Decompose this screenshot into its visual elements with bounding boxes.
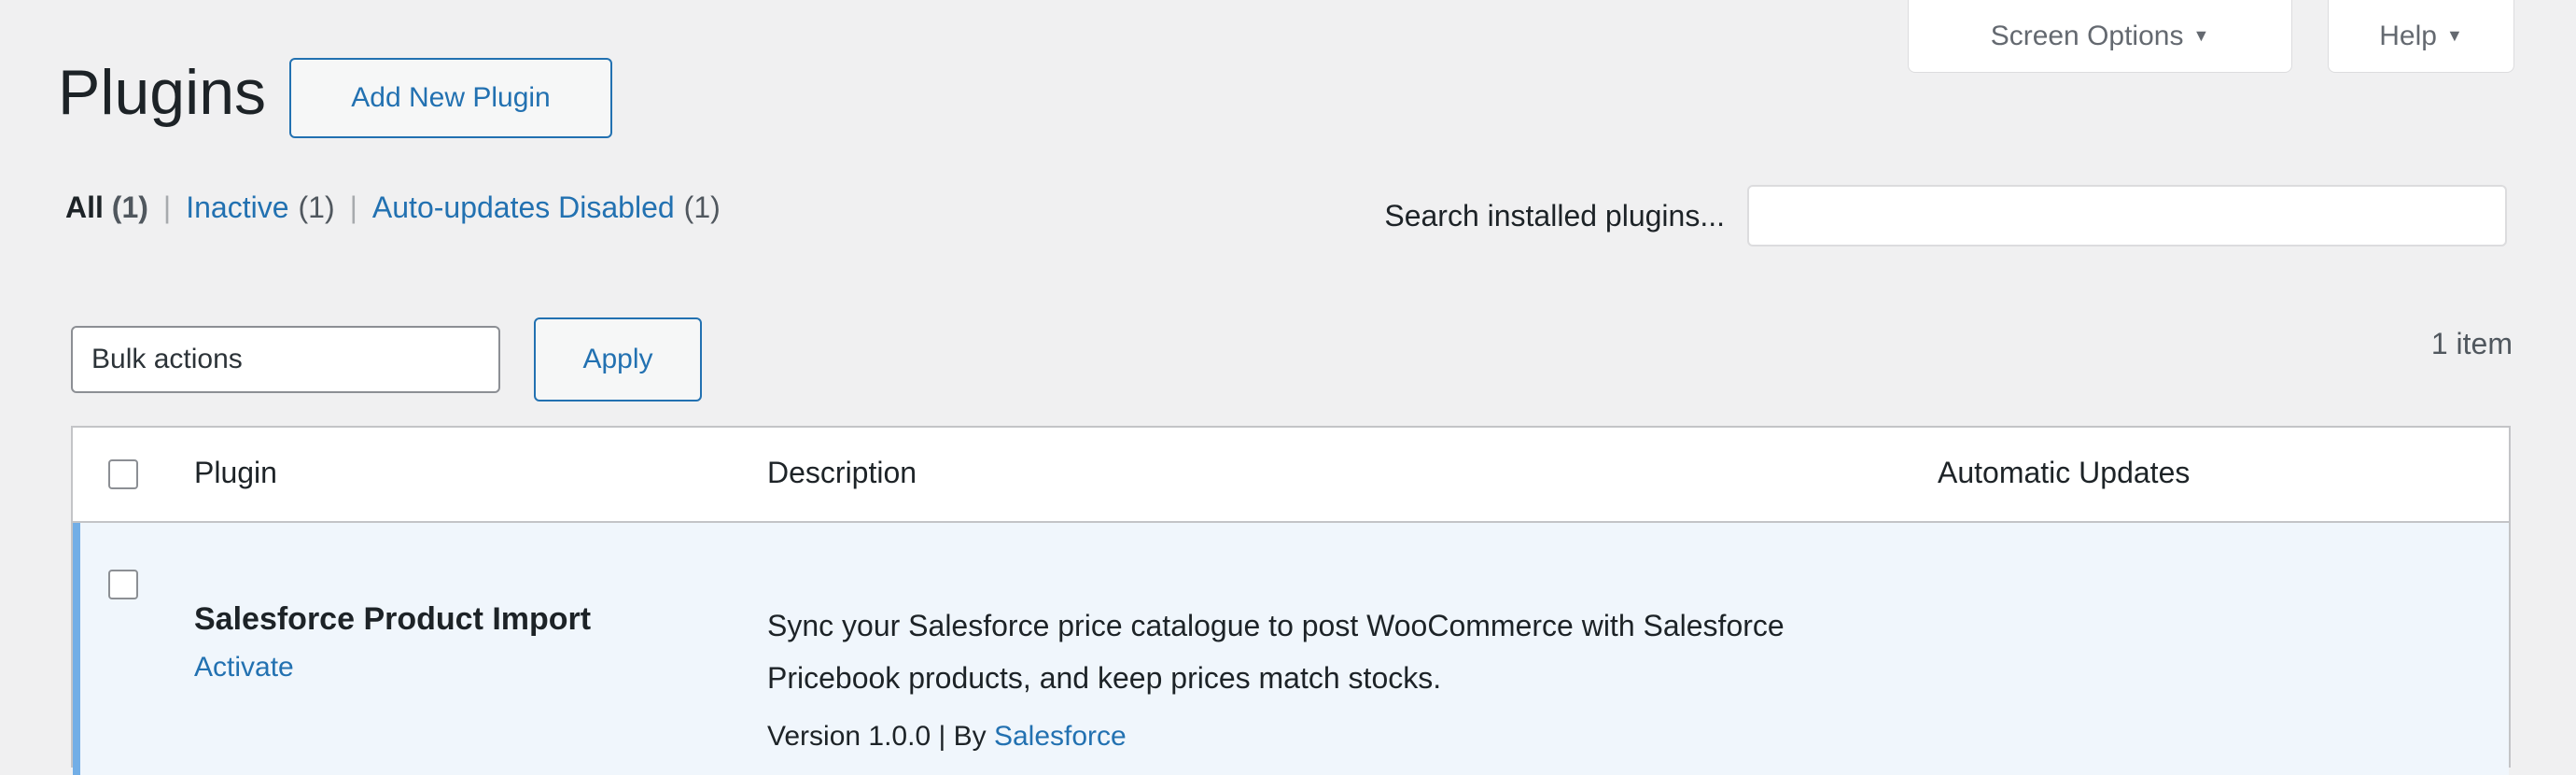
add-new-plugin-button[interactable]: Add New Plugin xyxy=(289,58,612,138)
caret-down-icon: ▼ xyxy=(2445,26,2463,45)
screen-options-label: Screen Options xyxy=(1990,20,2184,51)
plugin-author-link[interactable]: Salesforce xyxy=(994,721,1127,752)
filter-inactive-count: (1) xyxy=(298,190,335,224)
apply-button[interactable]: Apply xyxy=(534,317,702,402)
search-input[interactable] xyxy=(1747,185,2507,247)
page-title: Plugins xyxy=(58,57,267,128)
bulk-actions-select[interactable]: Bulk actions xyxy=(71,326,500,393)
plugin-description: Sync your Salesforce price catalogue to … xyxy=(767,609,1785,695)
plugin-status-filters: All (1) | Inactive (1) | Auto-updates Di… xyxy=(65,190,721,225)
plugin-name: Salesforce Product Import xyxy=(194,601,592,637)
plugin-version: Version 1.0.0 | By xyxy=(767,721,987,752)
caret-down-icon: ▼ xyxy=(2192,26,2210,45)
column-description[interactable]: Description xyxy=(767,456,917,490)
row-checkbox[interactable] xyxy=(108,570,138,599)
help-button[interactable]: Help ▼ xyxy=(2328,0,2514,73)
separator: | xyxy=(349,190,357,224)
filter-inactive[interactable]: Inactive xyxy=(186,190,288,225)
table-header: Plugin Description Automatic Updates xyxy=(73,428,2509,523)
screen-options-button[interactable]: Screen Options ▼ xyxy=(1908,0,2292,73)
help-label: Help xyxy=(2379,20,2437,51)
separator: | xyxy=(162,190,172,224)
filter-auto-updates-count: (1) xyxy=(683,190,721,224)
select-all-checkbox[interactable] xyxy=(108,459,138,489)
bulk-actions: Bulk actions Apply xyxy=(71,317,702,402)
filter-all[interactable]: All (1) xyxy=(65,190,148,225)
column-automatic-updates[interactable]: Automatic Updates xyxy=(1938,456,2190,490)
bulk-actions-label: Bulk actions xyxy=(91,344,243,374)
filter-auto-updates-disabled[interactable]: Auto-updates Disabled xyxy=(372,190,675,225)
activate-link[interactable]: Activate xyxy=(194,652,294,683)
table-row: Salesforce Product Import Activate Sync … xyxy=(73,523,2509,775)
item-count: 1 item xyxy=(2430,327,2513,360)
plugins-table: Plugin Description Automatic Updates Sal… xyxy=(71,426,2511,775)
search-box: Search installed plugins... xyxy=(1384,185,2507,247)
column-plugin[interactable]: Plugin xyxy=(194,456,277,490)
search-label: Search installed plugins... xyxy=(1384,198,1725,232)
plugin-meta: Version 1.0.0 | By Salesforce xyxy=(767,721,1127,753)
inactive-row-indicator xyxy=(73,523,80,775)
